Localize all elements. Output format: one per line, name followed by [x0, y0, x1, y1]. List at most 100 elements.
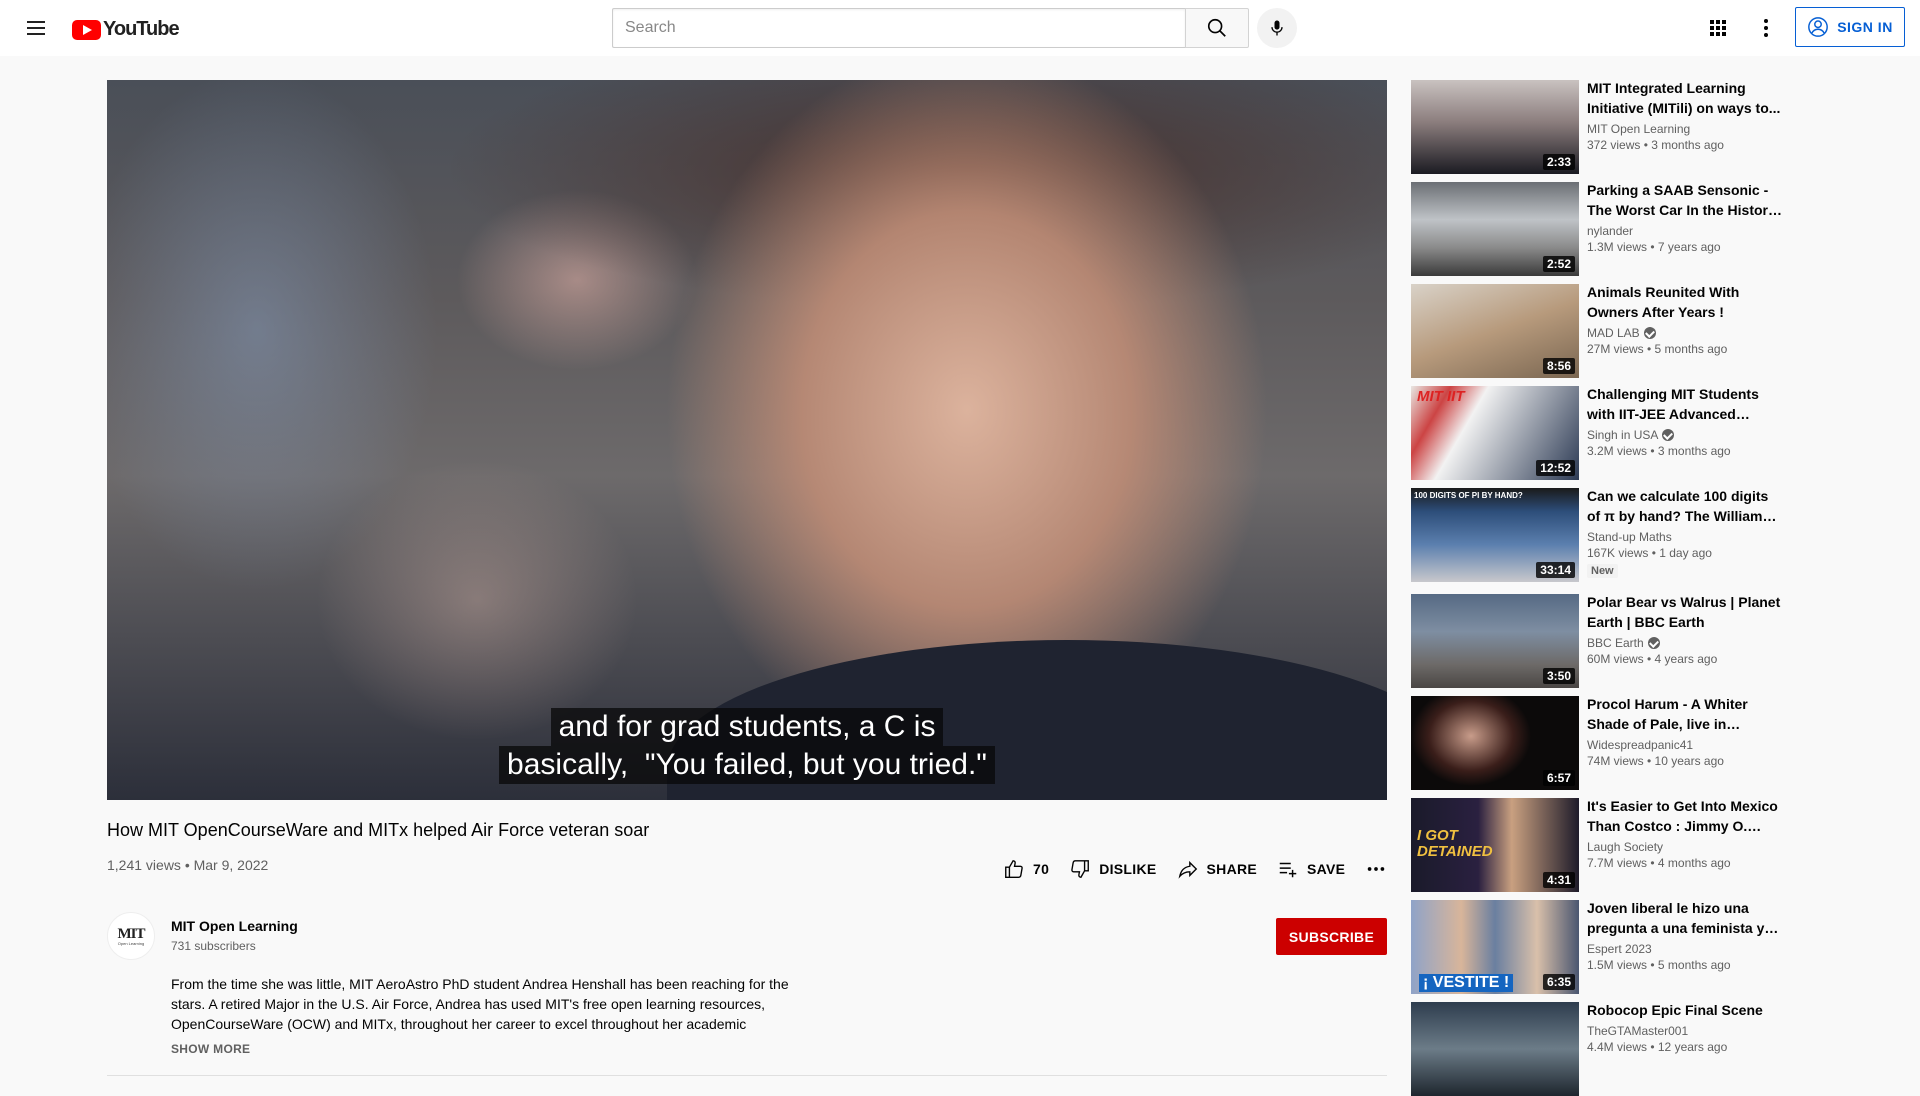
recommendation-item[interactable]: 2:33 MIT Integrated Learning Initiative …	[1411, 80, 1791, 174]
subscriber-count: 731 subscribers	[171, 939, 256, 953]
voice-search-button[interactable]	[1257, 8, 1297, 48]
duration-badge: 3:50	[1542, 668, 1575, 684]
dislike-button[interactable]: DISLIKE	[1059, 851, 1166, 887]
channel-label: Stand-up Maths	[1587, 530, 1672, 544]
video-thumbnail[interactable]: I GOT DETAINED 4:31	[1411, 798, 1579, 892]
recommendation-stats: 1.5M views • 5 months ago	[1587, 958, 1731, 972]
search-icon	[1207, 18, 1226, 37]
recommendation-item[interactable]: 8:56 Animals Reunited With Owners After …	[1411, 284, 1791, 378]
recommendation-item[interactable]: MIT IIT 12:52 Challenging MIT Students w…	[1411, 386, 1791, 480]
recommendation-channel: nylander	[1587, 224, 1783, 238]
menu-icon[interactable]	[24, 16, 48, 40]
new-badge: New	[1587, 564, 1618, 578]
recommendation-channel: Stand-up Maths	[1587, 530, 1783, 544]
account-icon	[1808, 17, 1829, 37]
video-info: 1,241 views • Mar 9, 2022	[107, 857, 269, 873]
recommendation-title[interactable]: It's Easier to Get Into Mexico Than Cost…	[1587, 796, 1783, 836]
video-thumbnail[interactable]: ¡ VESTITE ! 6:35	[1411, 900, 1579, 994]
search-button[interactable]	[1185, 8, 1249, 48]
recommendation-item[interactable]: 100 DIGITS OF PI BY HAND? 33:14 Can we c…	[1411, 488, 1791, 586]
save-label: SAVE	[1307, 861, 1346, 877]
video-thumbnail[interactable]: 2:52	[1411, 182, 1579, 276]
video-thumbnail[interactable]: MIT IIT 12:52	[1411, 386, 1579, 480]
recommendation-channel: Widespreadpanic41	[1587, 738, 1783, 752]
recommendation-title[interactable]: Parking a SAAB Sensonic - The Worst Car …	[1587, 180, 1783, 220]
duration-badge: 6:57	[1542, 770, 1575, 786]
verified-icon	[1647, 637, 1660, 649]
search-input[interactable]	[612, 8, 1185, 48]
recommendation-item[interactable]: 3:50 Polar Bear vs Walrus | Planet Earth…	[1411, 594, 1791, 688]
recommendation-stats: 1.3M views • 7 years ago	[1587, 240, 1721, 254]
avatar-logo-subtext: Open Learning	[117, 940, 145, 946]
channel-label: BBC Earth	[1587, 636, 1644, 650]
thumbnail-overlay-text: ¡ VESTITE !	[1419, 974, 1514, 992]
save-button[interactable]: SAVE	[1267, 851, 1355, 887]
recommendation-title[interactable]: Procol Harum - A Whiter Shade of Pale, l…	[1587, 694, 1783, 734]
recommendation-item[interactable]: 2:52 Parking a SAAB Sensonic - The Worst…	[1411, 182, 1791, 276]
duration-badge: 2:52	[1542, 256, 1575, 272]
caption-line-2: basically, "You failed, but you tried."	[499, 746, 995, 784]
duration-badge: 33:14	[1536, 562, 1575, 578]
channel-label: Espert 2023	[1587, 942, 1652, 956]
recommendation-stats: 372 views • 3 months ago	[1587, 138, 1724, 152]
share-icon	[1178, 860, 1197, 879]
recommendation-stats: 4.4M views • 12 years ago	[1587, 1040, 1728, 1054]
verified-icon	[1662, 429, 1675, 441]
share-label: SHARE	[1206, 861, 1258, 877]
more-horizontal-icon	[1368, 867, 1385, 871]
video-thumbnail[interactable]	[1411, 1002, 1579, 1096]
video-thumbnail[interactable]: 6:57	[1411, 696, 1579, 790]
show-more-button[interactable]: SHOW MORE	[171, 1042, 250, 1056]
channel-avatar[interactable]: MIT Open Learning	[107, 912, 155, 960]
duration-badge: 6:35	[1542, 974, 1575, 990]
thumbs-down-icon	[1071, 860, 1090, 878]
more-actions-button[interactable]	[1355, 851, 1397, 887]
duration-badge: 2:33	[1542, 154, 1575, 170]
apps-icon[interactable]	[1706, 16, 1730, 40]
captions: and for grad students, a C is basically,…	[107, 708, 1387, 784]
duration-badge: 8:56	[1542, 358, 1575, 374]
verified-icon	[1643, 327, 1656, 339]
video-thumbnail[interactable]: 100 DIGITS OF PI BY HAND? 33:14	[1411, 488, 1579, 582]
like-button[interactable]: 70	[993, 851, 1059, 887]
recommendation-item[interactable]: 6:57 Procol Harum - A Whiter Shade of Pa…	[1411, 696, 1791, 790]
recommendation-title[interactable]: Polar Bear vs Walrus | Planet Earth | BB…	[1587, 592, 1783, 632]
recommendation-stats: 3.2M views • 3 months ago	[1587, 444, 1731, 458]
video-player[interactable]: and for grad students, a C is basically,…	[107, 80, 1387, 800]
playlist-add-icon	[1279, 862, 1297, 878]
channel-label: MAD LAB	[1587, 326, 1640, 340]
recommendation-title[interactable]: MIT Integrated Learning Initiative (MITi…	[1587, 78, 1783, 118]
sign-in-label: SIGN IN	[1837, 19, 1893, 35]
dislike-label: DISLIKE	[1099, 861, 1157, 877]
video-thumbnail[interactable]: 2:33	[1411, 80, 1579, 174]
channel-label: nylander	[1587, 224, 1634, 238]
duration-badge: 12:52	[1536, 460, 1575, 476]
recommendation-title[interactable]: Can we calculate 100 digits of π by hand…	[1587, 486, 1783, 526]
settings-more-icon[interactable]	[1754, 16, 1778, 40]
search-bar	[612, 8, 1297, 48]
recommendation-channel: MIT Open Learning	[1587, 122, 1783, 136]
recommendation-item[interactable]: I GOT DETAINED 4:31 It's Easier to Get I…	[1411, 798, 1791, 892]
subscribe-button[interactable]: SUBSCRIBE	[1276, 918, 1387, 955]
recommendation-title[interactable]: Animals Reunited With Owners After Years…	[1587, 282, 1783, 322]
recommendation-channel: Singh in USA	[1587, 428, 1783, 442]
recommendation-stats: 74M views • 10 years ago	[1587, 754, 1724, 768]
video-thumbnail[interactable]: 8:56	[1411, 284, 1579, 378]
channel-label: Singh in USA	[1587, 428, 1659, 442]
sign-in-button[interactable]: SIGN IN	[1795, 7, 1905, 47]
youtube-logo[interactable]: YouTube	[72, 18, 180, 41]
recommendation-item[interactable]: Robocop Epic Final Scene TheGTAMaster001…	[1411, 1002, 1791, 1096]
recommendation-channel: Laugh Society	[1587, 840, 1783, 854]
avatar-logo-text: MIT	[117, 925, 146, 942]
recommendation-title[interactable]: Challenging MIT Students with IIT-JEE Ad…	[1587, 384, 1783, 424]
channel-name[interactable]: MIT Open Learning	[171, 918, 298, 934]
recommendation-title[interactable]: Robocop Epic Final Scene	[1587, 1000, 1783, 1020]
recommendation-title[interactable]: Joven liberal le hizo una pregunta a una…	[1587, 898, 1783, 938]
video-description: From the time she was little, MIT AeroAs…	[171, 976, 789, 1032]
recommendation-item[interactable]: ¡ VESTITE ! 6:35 Joven liberal le hizo u…	[1411, 900, 1791, 994]
video-actions: 70 DISLIKE SHARE SAVE	[993, 851, 1397, 887]
share-button[interactable]: SHARE	[1167, 851, 1268, 887]
video-thumbnail[interactable]: 3:50	[1411, 594, 1579, 688]
channel-label: TheGTAMaster001	[1587, 1024, 1689, 1038]
caption-line-1: and for grad students, a C is	[550, 708, 944, 746]
